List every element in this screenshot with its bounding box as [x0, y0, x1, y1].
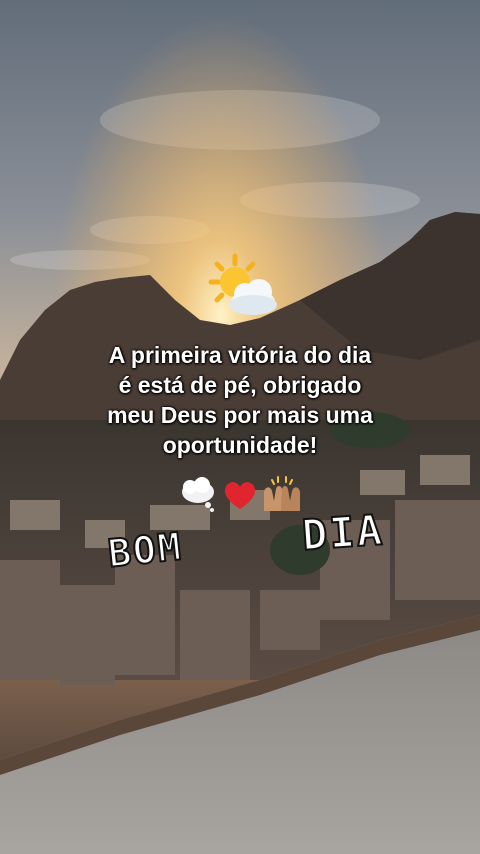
greeting-word-bom: BOM	[105, 523, 186, 577]
message-line: é está de pé, obrigado	[118, 372, 362, 398]
raised-hands-icon	[264, 476, 300, 511]
sun-behind-cloud-icon	[208, 253, 277, 315]
thought-balloon-icon	[182, 477, 214, 512]
message-line: oportunidade!	[162, 432, 318, 458]
emoji-row	[182, 476, 300, 512]
red-heart-icon	[224, 482, 256, 509]
message-text: A primeira vitória do dia é está de pé, …	[20, 340, 460, 460]
message-line: A primeira vitória do dia	[108, 342, 372, 368]
greeting-word-dia: DIA	[299, 504, 386, 561]
message-line: meu Deus por mais uma	[107, 402, 373, 428]
